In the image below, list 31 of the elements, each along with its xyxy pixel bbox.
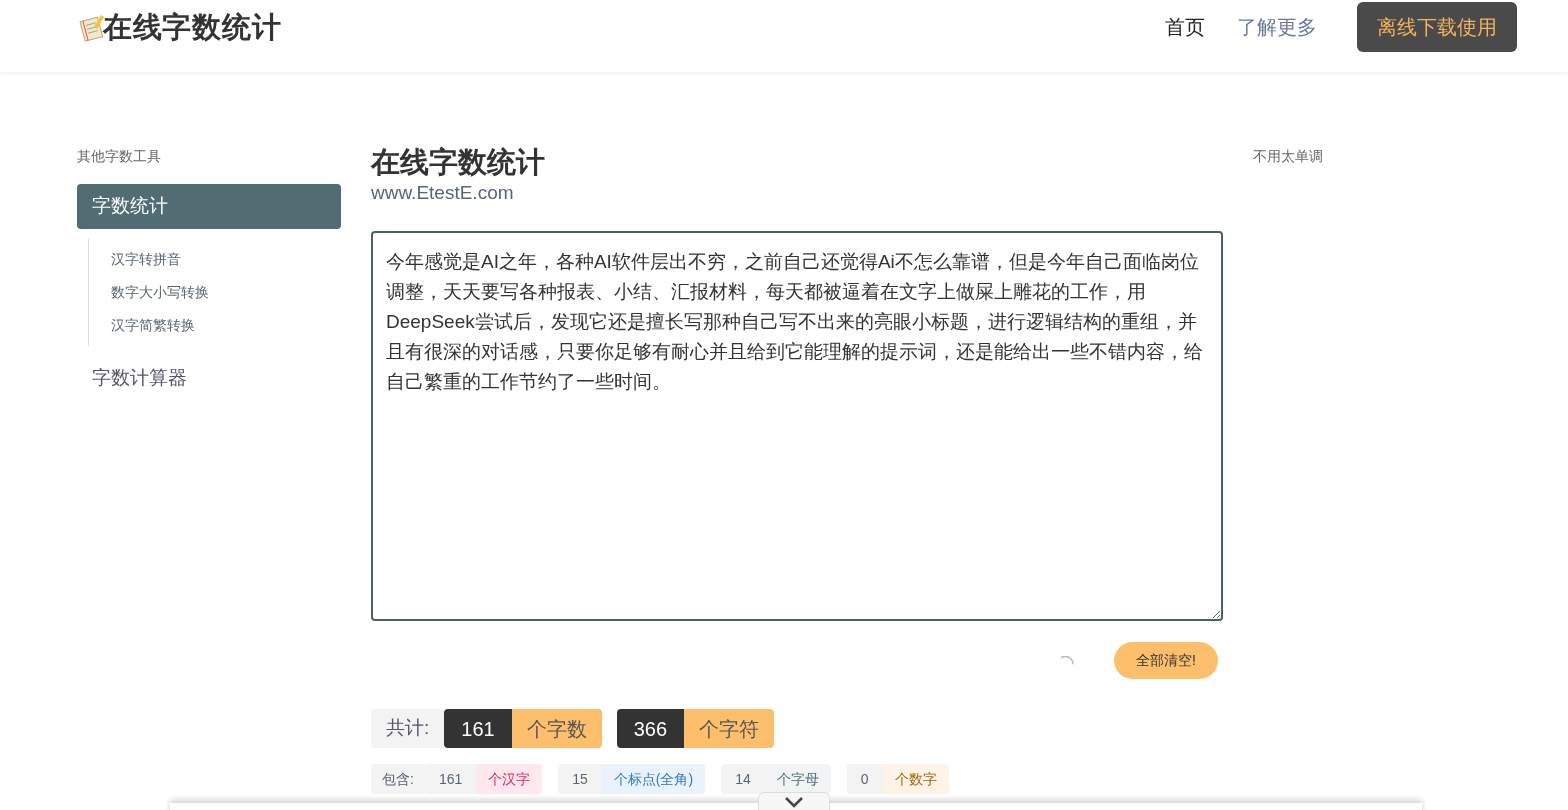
count-unit: 个标点(全角) [601, 764, 706, 794]
count-value: 161 [424, 764, 477, 794]
nav-link[interactable]: 首页 [1165, 12, 1205, 42]
nav-link[interactable]: 了解更多 [1237, 12, 1317, 42]
page-title: 在线字数统计 [371, 145, 546, 180]
clear-all-button[interactable]: 全部清空! [1114, 642, 1218, 679]
site-logo[interactable]: 在线字数统计 [103, 6, 282, 50]
count-unit: 个字数 [511, 709, 602, 748]
chevron-down-icon [784, 796, 804, 808]
count-unit: 个汉字 [476, 764, 543, 794]
loading-spinner-icon [1060, 655, 1075, 666]
sidebar-title: 其他字数工具 [77, 147, 162, 166]
aside-note: 不用太单调 [1253, 147, 1323, 166]
totals-label: 共计: [371, 709, 445, 748]
count-value: 366 [616, 709, 685, 748]
site-url: www.EtestE.com [371, 181, 515, 205]
sidebar-subitem[interactable]: 汉字简繁转换 [89, 309, 341, 342]
count-unit: 个字符 [684, 709, 775, 748]
sidebar-item[interactable]: 字数计算器 [77, 356, 341, 401]
count-unit: 个数字 [882, 764, 949, 794]
count-unit: 个字母 [764, 764, 831, 794]
count-value: 0 [846, 764, 883, 794]
breakdown-label: 包含: [371, 764, 425, 794]
sidebar-subitem[interactable]: 汉字转拼音 [89, 243, 341, 276]
sidebar-item[interactable]: 字数统计 [77, 184, 341, 229]
download-button[interactable]: 离线下载使用 [1357, 2, 1517, 52]
count-value: 161 [444, 709, 512, 748]
sidebar-subitem[interactable]: 数字大小写转换 [89, 276, 341, 309]
count-value: 15 [558, 764, 602, 794]
count-value: 14 [721, 764, 765, 794]
text-input-area[interactable]: 今年感觉是AI之年，各种AI软件层出不穷，之前自己还觉得Ai不怎么靠谱，但是今年自己面临岗位调整，天天要写各种报表、小结、汇报材料，每天都被逼着在文字上做屎上雕花的工作，用DeepSeek尝试后，发现它还是擅长写那种自己写不出来的亮眼小标题，进行逻辑结构的重组，并且有很深的对话感，只要你足够有耐心并且给到它能理解的提示词，还是能给出一些不错内容，给自己繁重的工作节约了一些时间。 [371, 231, 1223, 621]
